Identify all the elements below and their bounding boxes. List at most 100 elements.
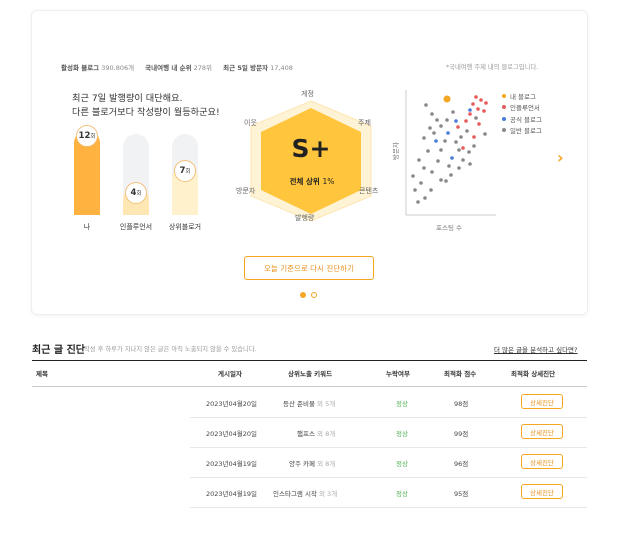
status-text: 정상 <box>396 490 408 498</box>
keyword-text: 인스타그램 시작 <box>273 490 317 498</box>
post-date-text: 2023년04월19일 <box>206 490 258 498</box>
post-date: 2023년04월19일 <box>206 458 257 468</box>
rediagnose-button[interactable]: 오늘 기준으로 다시 진단하기 <box>244 256 374 280</box>
scatter-point <box>413 188 417 192</box>
scatter-point <box>435 118 439 122</box>
scatter-point <box>422 136 426 140</box>
scatter-point <box>439 148 443 152</box>
missing-status: 정상 <box>396 428 408 438</box>
analyze-more-link[interactable]: 더 많은 글을 분석하고 싶다면? <box>494 344 577 354</box>
post-date: 2023년04월20일 <box>206 428 257 438</box>
scatter-point <box>468 162 472 166</box>
scatter-point <box>467 150 471 154</box>
keyword-extra: 외 8개 <box>317 460 336 468</box>
post-keyword: 양주 카페 외 8개 <box>289 458 335 468</box>
row-divider <box>190 507 587 508</box>
carousel-dot[interactable] <box>311 292 317 298</box>
scatter-point <box>464 119 468 123</box>
scatter-point <box>457 148 461 152</box>
legend-dot-icon <box>502 105 506 110</box>
optimization-score: 99점 <box>454 428 468 438</box>
scatter-point <box>482 109 486 113</box>
scatter-point <box>449 173 453 177</box>
row-divider <box>190 447 587 448</box>
scatter-point <box>461 146 465 150</box>
scatter-point <box>434 139 438 143</box>
scatter-point <box>472 135 476 139</box>
legend-label: 일반 블로그 <box>510 127 542 136</box>
scatter-point <box>426 149 430 153</box>
detail-diagnosis-button[interactable]: 상세진단 <box>521 454 563 469</box>
legend-item: 인플루언서 <box>502 102 542 114</box>
keyword-extra: 외 3개 <box>319 490 338 498</box>
scatter-point <box>459 135 463 139</box>
legend-dot-icon <box>502 128 506 133</box>
col-header-title: 제목 <box>36 370 48 378</box>
scatter-point <box>472 144 476 148</box>
legend-item: 일반 블로그 <box>502 125 542 137</box>
chevron-right-icon[interactable]: › <box>557 150 564 166</box>
scatter-point <box>457 166 461 170</box>
scatter-point <box>474 116 478 120</box>
col-header-date: 게시일자 <box>218 370 242 378</box>
scatter-point <box>454 140 458 144</box>
scatter-point <box>479 98 483 102</box>
carousel-dot-active[interactable] <box>300 292 306 298</box>
keyword-text: 햄프스 <box>297 430 315 438</box>
scatter-legend: 내 블로그 인플루언서 공식 블로그 일반 블로그 <box>502 90 542 136</box>
scatter-point <box>474 95 478 99</box>
post-date-text: 2023년04월20일 <box>206 430 258 438</box>
post-date-text: 2023년04월19일 <box>206 460 258 468</box>
keyword-text: 등산 준비물 <box>283 400 315 408</box>
legend-dot-icon <box>502 116 506 121</box>
scatter-point <box>461 158 465 162</box>
scatter-point <box>419 181 423 185</box>
table-top-border <box>32 360 587 361</box>
detail-diagnosis-button[interactable]: 상세진단 <box>521 484 563 499</box>
scatter-point <box>432 131 436 135</box>
scatter-point <box>439 178 443 182</box>
scatter-point <box>443 95 451 103</box>
legend-dot-icon <box>502 93 506 98</box>
keyword-extra: 외 8개 <box>317 430 336 438</box>
status-text: 정상 <box>396 400 408 408</box>
detail-diagnosis-button[interactable]: 상세진단 <box>521 424 563 439</box>
row-divider <box>190 417 587 418</box>
legend-label: 내 블로그 <box>510 92 536 101</box>
status-text: 정상 <box>396 460 408 468</box>
legend-label: 공식 블로그 <box>510 115 542 124</box>
scatter-point <box>468 108 472 112</box>
scatter-point <box>424 103 428 107</box>
legend-label: 인플루언서 <box>510 104 540 113</box>
status-text: 정상 <box>396 430 408 438</box>
scatter-point <box>436 159 440 163</box>
scatter-point <box>450 156 454 160</box>
scatter-point <box>484 101 488 105</box>
detail-diagnosis-button[interactable]: 상세진단 <box>521 394 563 409</box>
optimization-score: 95점 <box>454 488 468 498</box>
post-date: 2023년04월19일 <box>206 488 257 498</box>
score-text: 96점 <box>454 460 469 468</box>
scatter-point <box>430 170 434 174</box>
post-keyword: 인스타그램 시작 외 3개 <box>273 488 337 498</box>
scatter-point <box>454 119 458 123</box>
scatter-point <box>444 179 448 183</box>
section-title: 최근 글 진단 <box>32 345 85 356</box>
section-description: 작성 후 하루가 지나지 않은 글은 아직 노출되지 않을 수 있습니다. <box>84 346 257 353</box>
row-divider <box>190 477 587 478</box>
missing-status: 정상 <box>396 398 408 408</box>
col-header-keyword: 상위노출 키워드 <box>288 370 333 378</box>
missing-status: 정상 <box>396 458 408 468</box>
post-keyword: 등산 준비물 외 5개 <box>283 398 335 408</box>
scatter-point <box>465 129 469 133</box>
scatter-point <box>445 118 449 122</box>
keyword-extra: 외 5개 <box>317 400 336 408</box>
post-date-text: 2023년04월20일 <box>206 400 258 408</box>
optimization-score: 96점 <box>454 458 468 468</box>
scatter-point <box>411 174 415 178</box>
score-text: 95점 <box>454 490 469 498</box>
post-date: 2023년04월20일 <box>206 398 257 408</box>
col-header-score: 최적화 점수 <box>444 370 477 378</box>
scatter-point <box>429 188 433 192</box>
scatter-point <box>477 122 481 126</box>
